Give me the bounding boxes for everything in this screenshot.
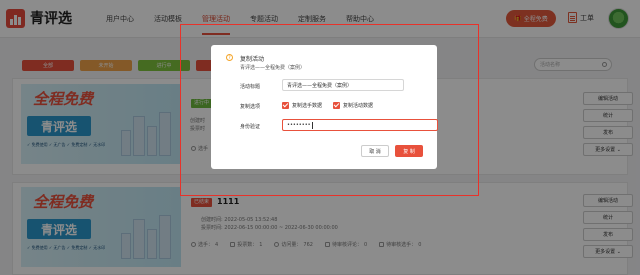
annotation-highlight-box bbox=[180, 24, 479, 196]
